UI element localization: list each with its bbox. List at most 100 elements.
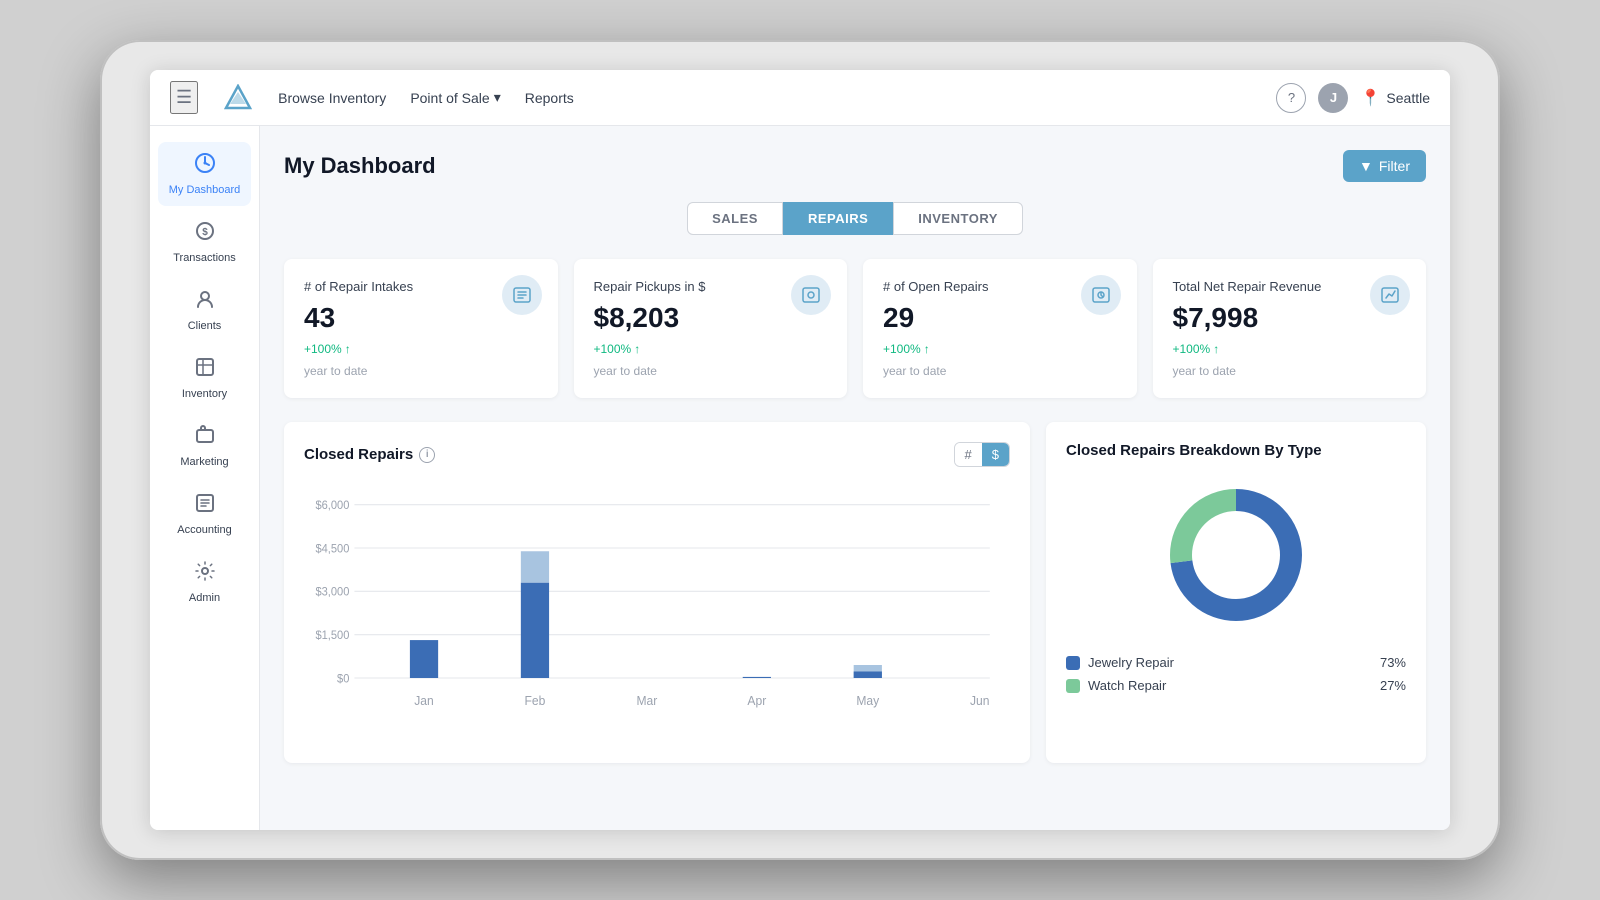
sidebar-item-admin-label: Admin bbox=[189, 592, 220, 604]
svg-text:Jan: Jan bbox=[414, 694, 434, 708]
nav-right: ? J 📍 Seattle bbox=[1276, 83, 1430, 113]
svg-text:Feb: Feb bbox=[525, 694, 546, 708]
sidebar-item-transactions-label: Transactions bbox=[173, 252, 236, 264]
tab-group: SALES REPAIRS INVENTORY bbox=[284, 202, 1426, 235]
stat-icon-bg-2 bbox=[1081, 275, 1121, 315]
help-button[interactable]: ? bbox=[1276, 83, 1306, 113]
transactions-icon: $ bbox=[194, 220, 216, 248]
stat-value-2: 29 bbox=[883, 302, 1117, 334]
breakdown-title: Closed Repairs Breakdown By Type bbox=[1066, 442, 1406, 459]
svg-text:May: May bbox=[856, 694, 880, 708]
stat-value-0: 43 bbox=[304, 302, 538, 334]
toggle-dollar-button[interactable]: $ bbox=[982, 443, 1009, 466]
chart-toggle: # $ bbox=[954, 442, 1010, 467]
sidebar-item-inventory[interactable]: Inventory bbox=[158, 346, 251, 410]
tablet-frame: ☰ Browse Inventory Point of Sale ▾ Repor… bbox=[100, 40, 1500, 860]
location-button[interactable]: 📍 Seattle bbox=[1360, 88, 1430, 108]
sidebar-item-clients-label: Clients bbox=[188, 320, 222, 332]
donut-section: Jewelry Repair 73% Watch Repair bbox=[1066, 475, 1406, 693]
app-logo bbox=[222, 82, 254, 114]
sidebar-item-dashboard[interactable]: My Dashboard bbox=[158, 142, 251, 206]
legend-watch: Watch Repair 27% bbox=[1066, 678, 1406, 693]
sidebar-item-marketing-label: Marketing bbox=[180, 456, 228, 468]
sidebar-item-clients[interactable]: Clients bbox=[158, 278, 251, 342]
nav-links: Browse Inventory Point of Sale ▾ Reports bbox=[278, 89, 1252, 106]
watch-dot bbox=[1066, 679, 1080, 693]
stat-change-0: +100% ↑ bbox=[304, 342, 538, 356]
stat-ytd-1: year to date bbox=[594, 364, 828, 378]
sidebar-item-accounting-label: Accounting bbox=[177, 524, 231, 536]
svg-text:$6,000: $6,000 bbox=[315, 500, 349, 512]
bar-chart: $6,000 $4,500 $3,000 $1,500 $0 bbox=[304, 483, 1010, 743]
tab-inventory[interactable]: INVENTORY bbox=[893, 202, 1023, 235]
breakdown-chart-card: Closed Repairs Breakdown By Type bbox=[1046, 422, 1426, 763]
stat-icon-bg-3 bbox=[1370, 275, 1410, 315]
stat-icon-bg-1 bbox=[791, 275, 831, 315]
svg-text:Apr: Apr bbox=[747, 694, 766, 708]
main-layout: My Dashboard $ Transactions bbox=[150, 126, 1450, 830]
accounting-icon bbox=[194, 492, 216, 520]
point-of-sale-link[interactable]: Point of Sale ▾ bbox=[410, 89, 500, 106]
watch-pct: 27% bbox=[1380, 678, 1406, 693]
stats-row: # of Repair Intakes 43 +100% ↑ year to d… bbox=[284, 259, 1426, 398]
stat-card-open-repairs: # of Open Repairs 29 +100% ↑ year to dat… bbox=[863, 259, 1137, 398]
stat-ytd-2: year to date bbox=[883, 364, 1117, 378]
admin-icon bbox=[194, 560, 216, 588]
legend-jewelry: Jewelry Repair 73% bbox=[1066, 655, 1406, 670]
dashboard-icon bbox=[194, 152, 216, 180]
svg-text:Mar: Mar bbox=[637, 694, 658, 708]
toggle-hash-button[interactable]: # bbox=[955, 443, 982, 466]
stat-value-3: $7,998 bbox=[1173, 302, 1407, 334]
svg-text:$3,000: $3,000 bbox=[315, 586, 349, 598]
sidebar-item-accounting[interactable]: Accounting bbox=[158, 482, 251, 546]
filter-button[interactable]: ▼ Filter bbox=[1343, 150, 1426, 182]
main-content: My Dashboard ▼ Filter SALES REPAIRS INVE… bbox=[260, 126, 1450, 830]
sidebar: My Dashboard $ Transactions bbox=[150, 126, 260, 830]
sidebar-item-dashboard-label: My Dashboard bbox=[169, 184, 241, 196]
stat-ytd-0: year to date bbox=[304, 364, 538, 378]
svg-text:$4,500: $4,500 bbox=[315, 543, 349, 555]
svg-text:$1,500: $1,500 bbox=[315, 630, 349, 642]
closed-repairs-title: Closed Repairs i bbox=[304, 446, 435, 463]
jewelry-pct: 73% bbox=[1380, 655, 1406, 670]
stat-value-1: $8,203 bbox=[594, 302, 828, 334]
hamburger-button[interactable]: ☰ bbox=[170, 81, 198, 114]
page-title: My Dashboard bbox=[284, 153, 436, 179]
sidebar-item-marketing[interactable]: Marketing bbox=[158, 414, 251, 478]
location-pin-icon: 📍 bbox=[1360, 88, 1380, 108]
stat-card-repair-intakes: # of Repair Intakes 43 +100% ↑ year to d… bbox=[284, 259, 558, 398]
filter-icon: ▼ bbox=[1359, 158, 1373, 174]
stat-change-1: +100% ↑ bbox=[594, 342, 828, 356]
app-container: ☰ Browse Inventory Point of Sale ▾ Repor… bbox=[150, 70, 1450, 830]
sidebar-item-inventory-label: Inventory bbox=[182, 388, 227, 400]
sidebar-item-admin[interactable]: Admin bbox=[158, 550, 251, 614]
user-avatar[interactable]: J bbox=[1318, 83, 1348, 113]
stat-ytd-3: year to date bbox=[1173, 364, 1407, 378]
content-header: My Dashboard ▼ Filter bbox=[284, 150, 1426, 182]
svg-text:$0: $0 bbox=[337, 673, 349, 685]
info-icon[interactable]: i bbox=[419, 447, 435, 463]
reports-link[interactable]: Reports bbox=[525, 90, 574, 106]
inventory-icon bbox=[194, 356, 216, 384]
donut-chart bbox=[1156, 475, 1316, 635]
jewelry-dot bbox=[1066, 656, 1080, 670]
svg-text:$: $ bbox=[202, 227, 208, 238]
stat-card-net-revenue: Total Net Repair Revenue $7,998 +100% ↑ … bbox=[1153, 259, 1427, 398]
closed-repairs-chart-card: Closed Repairs i # $ bbox=[284, 422, 1030, 763]
browse-inventory-link[interactable]: Browse Inventory bbox=[278, 90, 386, 106]
chart-header: Closed Repairs i # $ bbox=[304, 442, 1010, 467]
location-label: Seattle bbox=[1386, 90, 1430, 106]
stat-card-repair-pickups: Repair Pickups in $ $8,203 +100% ↑ year … bbox=[574, 259, 848, 398]
stat-icon-bg-0 bbox=[502, 275, 542, 315]
svg-text:Jun: Jun bbox=[970, 694, 990, 708]
donut-legend: Jewelry Repair 73% Watch Repair bbox=[1066, 655, 1406, 693]
tab-repairs[interactable]: REPAIRS bbox=[783, 202, 893, 235]
marketing-icon bbox=[194, 424, 216, 452]
sidebar-item-transactions[interactable]: $ Transactions bbox=[158, 210, 251, 274]
stat-change-2: +100% ↑ bbox=[883, 342, 1117, 356]
tab-sales[interactable]: SALES bbox=[687, 202, 783, 235]
top-nav: ☰ Browse Inventory Point of Sale ▾ Repor… bbox=[150, 70, 1450, 126]
stat-change-3: +100% ↑ bbox=[1173, 342, 1407, 356]
charts-row: Closed Repairs i # $ bbox=[284, 422, 1426, 763]
clients-icon bbox=[194, 288, 216, 316]
